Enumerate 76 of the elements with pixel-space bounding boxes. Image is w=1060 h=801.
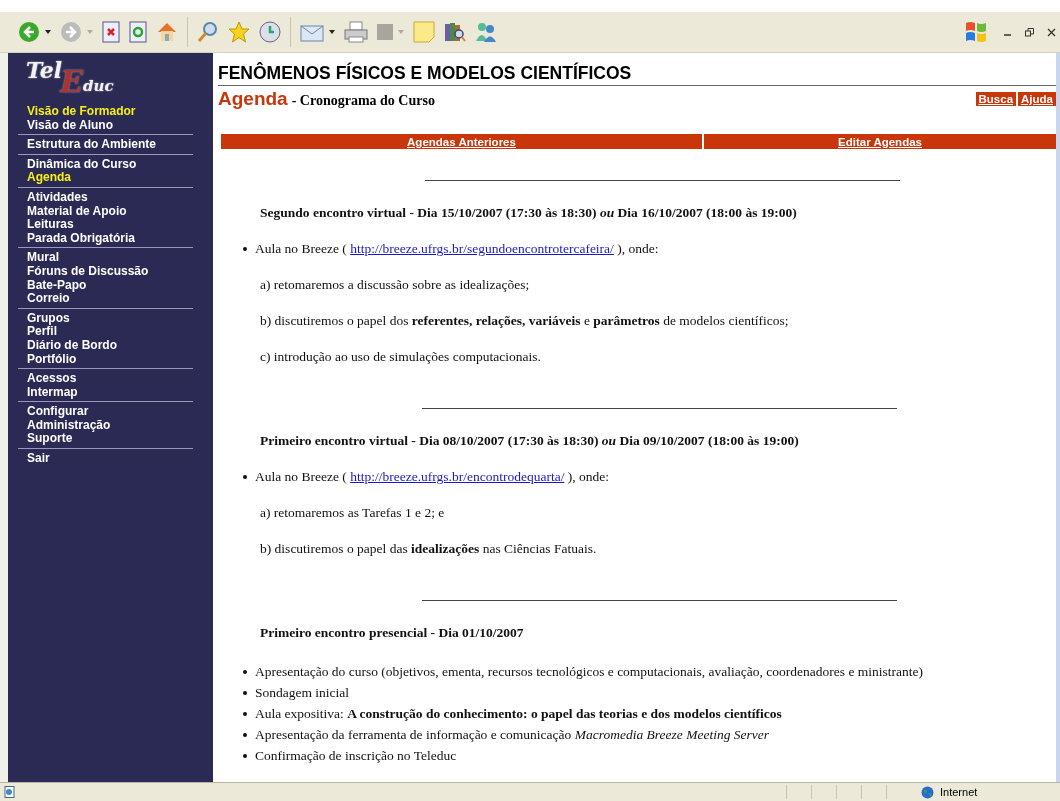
bullet-icon [243,711,247,716]
sidebar-item[interactable]: Estrutura do Ambiente [27,138,156,152]
sidebar-item[interactable]: Acessos [27,372,77,386]
bullet-icon [243,475,247,479]
sidebar-item[interactable]: Intermap [27,385,78,400]
sidebar-item[interactable]: Diário de Bordo [27,338,117,353]
sidebar-item[interactable]: Sair [27,452,50,466]
globe-icon [921,785,934,799]
sidebar-item[interactable]: Suporte [27,432,73,447]
home-icon[interactable] [156,21,178,43]
star-icon[interactable] [228,21,250,43]
sidebar-item[interactable]: Agenda [27,171,71,185]
messenger-icon[interactable] [475,21,497,43]
sidebar-item[interactable]: Dinâmica do Curso [27,157,137,172]
sidebar-item[interactable]: Material de Apoio [27,204,127,219]
paragraph: b) discutiremos o papel dos referentes, relações, variáveis e parâmetros de modelos científicos; [260,313,790,329]
paragraph: a) retomaremos as Tarefas 1 e 2; e [260,505,446,521]
search-icon[interactable] [197,21,219,43]
bullet-text: Aula no Breeze ( [255,241,348,257]
section-heading: Primeiro encontro presencial - Dia 01/10/2007 [260,625,525,641]
bullet-text: Aula expositiva: A construção do conhecimento: o papel das teorias e dos modelos científicos [255,705,782,723]
sidebar-item[interactable]: Correio [27,292,70,306]
link[interactable]: http://breeze.ufrgs.br/segundoencontrotercafeira/ [350,241,614,257]
close-icon[interactable] [1047,27,1056,37]
action-link[interactable]: Agendas Anteriores [221,134,702,149]
sidebar-item[interactable]: Portfólio [27,352,77,367]
caret-icon[interactable] [45,30,51,34]
bullet-icon [243,690,247,695]
bullet-text: Apresentação do curso (objetivos, ementa, recursos tecnológicos e computacionais, avaliação, coordenadores e ministrante) [255,663,923,681]
sidebar-item[interactable]: Configurar [27,405,89,419]
page-icon [4,786,16,798]
refresh-icon[interactable] [129,21,147,43]
windows-logo-icon [964,20,988,44]
section-heading: Primeiro encontro virtual - Dia 08/10/2007 (17:30 às 18:30) ou Dia 09/10/2007 (18:00 às 19:00) [260,433,800,449]
forward-icon[interactable] [60,21,82,43]
sidebar-item[interactable]: Bate-Papo [27,278,87,293]
bullet-icon [243,732,247,737]
research-icon[interactable] [444,21,466,43]
page-subtitle: - Cronograma do Curso [291,92,435,109]
bullet-text: Aula no Breeze ( [255,469,348,485]
sidebar-item[interactable]: Perfil [27,325,57,339]
sidebar-item[interactable]: Visão de Formador [27,105,136,119]
sidebar-item[interactable]: Parada Obrigatória [27,231,136,246]
paragraph: b) discutiremos o papel das idealizações nas Ciências Fatuais. [260,541,598,557]
printer-icon[interactable] [344,21,368,43]
bullet-icon [243,247,247,251]
page-title: Agenda [218,88,288,110]
sidebar-item[interactable]: Fóruns de Discussão [27,264,149,279]
header-button[interactable]: Busca [975,92,1017,106]
bullet-icon [243,669,247,674]
stop-icon[interactable] [102,21,120,43]
sidebar-item[interactable]: Leituras [27,218,74,232]
sidebar-item[interactable]: Mural [27,251,59,265]
header-button[interactable]: Ajuda [1018,92,1056,106]
back-icon[interactable] [18,21,40,43]
bullet-text: ), onde: [616,241,659,257]
history-icon[interactable] [259,21,281,43]
section-heading: Segundo encontro virtual - Dia 15/10/2007 (17:30 às 18:30) ou Dia 16/10/2007 (18:00 às 19:00) [260,205,798,221]
bullet-text: Sondagem inicial [255,684,350,702]
mail-icon[interactable] [300,22,324,42]
action-link[interactable]: Editar Agendas [704,134,1056,149]
bullet-text: Confirmação de inscrição no Teleduc [255,747,457,765]
zone-label: Internet [940,786,979,798]
caret-icon[interactable] [329,30,335,34]
bullet-icon [243,753,247,758]
bullet-text: ), onde: [566,469,609,485]
link[interactable]: http://breeze.ufrgs.br/encontrodequarta/ [350,469,565,485]
sidebar-item[interactable]: Grupos [27,311,70,326]
course-title: FENÔMENOS FÍSICOS E MODELOS CIENTÍFICOS [218,63,1056,86]
bullet-text: Apresentação da ferramenta de informação e comunicação Macromedia Breeze Meeting Server [255,726,769,744]
sidebar-item[interactable]: Administração [27,418,111,433]
sidebar-item[interactable]: Atividades [27,190,88,205]
sidebar-item[interactable]: Visão de Aluno [27,118,113,133]
paragraph: a) retomaremos a discussão sobre as idealizações; [260,277,531,293]
restore-icon[interactable] [1025,27,1034,37]
paragraph: c) introdução ao uso de simulações computacionais. [260,349,542,365]
